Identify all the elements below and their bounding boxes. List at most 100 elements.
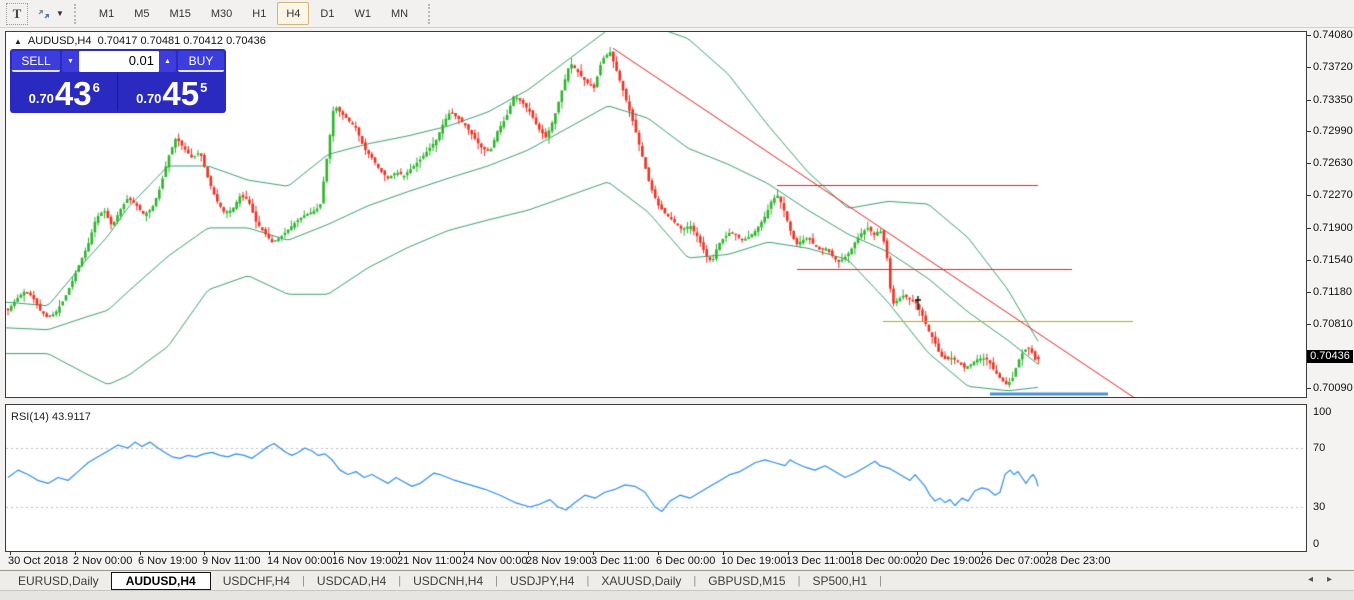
volume-decrease-button[interactable]: ▼ [62, 51, 79, 72]
toolbar-separator [73, 3, 81, 24]
main-toolbar: T ▼ M1 M5 M15 M30 H1 H4 D1 W1 MN [0, 0, 1354, 28]
price-axis-tick [1307, 131, 1311, 132]
one-click-trading-panel: SELL ▼ 0.01 ▲ BUY 0.70 43 6 0.70 45 5 [10, 49, 226, 113]
status-strip [0, 590, 1354, 600]
time-axis-label: 24 Nov 00:00 [462, 555, 528, 567]
text-tool-icon[interactable]: T [6, 2, 28, 25]
time-axis-label: 26 Dec 07:00 [980, 555, 1046, 567]
time-axis-label: 14 Nov 00:00 [267, 555, 333, 567]
rsi-axis-label: 100 [1313, 406, 1332, 418]
price-axis-tick [1307, 195, 1311, 196]
price-chart-pane: ▲ AUDUSD,H4 0.70417 0.70481 0.70412 0.704… [5, 31, 1307, 398]
price-axis-label: 0.74080 [1313, 29, 1353, 41]
chart-tab-usdcnh[interactable]: USDCNH,H4 [401, 573, 495, 589]
sell-price-pip: 6 [92, 80, 100, 95]
chart-tab-eurusd[interactable]: EURUSD,Daily [6, 573, 111, 589]
timeframe-button-m1[interactable]: M1 [90, 2, 123, 25]
buy-price-pip: 5 [200, 80, 208, 95]
time-axis-label: 13 Dec 11:00 [786, 555, 851, 567]
toolbar-separator-2 [428, 3, 435, 24]
chart-tab-audusd[interactable]: AUDUSD,H4 [110, 571, 211, 590]
timeframe-button-m30[interactable]: M30 [202, 2, 241, 25]
panel-collapse-icon[interactable]: ▲ [14, 37, 22, 46]
time-axis-label: 9 Nov 11:00 [202, 555, 261, 567]
time-axis-label: 3 Dec 11:00 [591, 555, 650, 567]
price-axis-label: 0.71180 [1313, 286, 1352, 298]
tool-dropdown-caret[interactable]: ▼ [56, 9, 64, 18]
chart-tabs: EURUSD,Daily AUDUSD,H4 USDCHF,H4 | USDCAD,H4… [6, 571, 882, 590]
price-axis-label: 0.72990 [1313, 125, 1353, 137]
tab-scroll-right-icon[interactable]: ▸ [1327, 574, 1346, 585]
timeframe-button-w1[interactable]: W1 [345, 2, 380, 25]
sell-price-prefix: 0.70 [28, 91, 54, 106]
arrow-objects-icon[interactable] [34, 4, 54, 24]
price-axis-tick [1307, 388, 1311, 389]
time-axis-label: 6 Dec 00:00 [656, 555, 716, 567]
sell-price-big: 43 [54, 75, 92, 112]
price-axis[interactable]: 0.74080 0.73720 0.73350 0.72990 0.72630 0.722… [1306, 0, 1354, 553]
price-axis-label: 0.72270 [1313, 189, 1353, 201]
volume-increase-button[interactable]: ▲ [159, 51, 176, 72]
tab-scroll-arrows: ◂▸ [1308, 574, 1346, 585]
price-axis-label: 0.70810 [1313, 318, 1353, 330]
time-axis-label: 10 Dec 19:00 [721, 555, 787, 567]
chart-ohlc-values: 0.70417 0.70481 0.70412 0.70436 [97, 35, 266, 47]
price-axis-label: 0.73720 [1313, 61, 1353, 73]
volume-input[interactable]: 0.01 [79, 51, 159, 72]
chart-tab-usdchf[interactable]: USDCHF,H4 [211, 573, 302, 589]
time-axis-label: 20 Dec 19:00 [915, 555, 981, 567]
timeframe-button-d1[interactable]: D1 [311, 2, 343, 25]
price-axis-tick [1307, 324, 1311, 325]
chart-tab-gbpusd[interactable]: GBPUSD,M15 [696, 573, 797, 589]
tab-scroll-left-icon[interactable]: ◂ [1308, 574, 1327, 585]
price-axis-tick [1307, 163, 1311, 164]
rsi-indicator-label: RSI(14) 43.9117 [11, 411, 91, 423]
chart-tab-usdcad[interactable]: USDCAD,H4 [305, 573, 398, 589]
current-price-tag: 0.70436 [1307, 350, 1353, 363]
chart-tab-sp500[interactable]: SP500,H1 [800, 573, 879, 589]
price-axis-label: 0.71540 [1313, 254, 1353, 266]
price-axis-label: 0.73350 [1313, 94, 1353, 106]
price-axis-tick [1307, 228, 1311, 229]
price-axis-label: 0.70090 [1313, 382, 1353, 394]
time-axis-label: 18 Dec 00:00 [850, 555, 916, 567]
time-axis-label: 28 Dec 23:00 [1045, 555, 1111, 567]
volume-control: ▼ 0.01 ▲ [62, 51, 176, 72]
price-axis-label: 0.72630 [1313, 157, 1353, 169]
time-axis-label: 6 Nov 19:00 [138, 555, 198, 567]
buy-price-display[interactable]: 0.70 45 5 [120, 73, 225, 111]
buy-price-big: 45 [162, 75, 200, 112]
buy-button[interactable]: BUY [178, 51, 224, 72]
rsi-axis-label: 30 [1313, 501, 1326, 513]
sell-button[interactable]: SELL [12, 51, 60, 72]
chart-tab-xauusd[interactable]: XAUUSD,Daily [589, 573, 693, 589]
timeframe-button-h1[interactable]: H1 [243, 2, 275, 25]
price-axis-tick [1307, 292, 1311, 293]
time-axis-label: 21 Nov 11:00 [397, 555, 462, 567]
terminal-window: T ▼ M1 M5 M15 M30 H1 H4 D1 W1 MN ▲ AUDUSD,H4 0.70… [0, 0, 1354, 600]
rsi-canvas[interactable] [6, 405, 1306, 551]
time-axis-label: 16 Nov 19:00 [332, 555, 398, 567]
buy-price-prefix: 0.70 [136, 91, 162, 106]
tab-separator: | [879, 574, 882, 587]
sell-price-display[interactable]: 0.70 43 6 [12, 73, 118, 111]
chart-tab-usdjpy[interactable]: USDJPY,H4 [498, 573, 586, 589]
price-axis-tick [1307, 67, 1311, 68]
timeframe-button-m15[interactable]: M15 [160, 2, 199, 25]
time-axis-label: 2 Nov 00:00 [73, 555, 133, 567]
price-axis-tick [1307, 100, 1311, 101]
price-axis-tick [1307, 35, 1311, 36]
chart-tab-bar: EURUSD,Daily AUDUSD,H4 USDCHF,H4 | USDCAD,H4… [0, 570, 1354, 590]
price-axis-tick [1307, 260, 1311, 261]
time-axis-label: 30 Oct 2018 [8, 555, 68, 567]
timeframe-button-mn[interactable]: MN [382, 2, 417, 25]
rsi-axis-label: 0 [1313, 538, 1320, 550]
price-axis-label: 0.71900 [1313, 222, 1353, 234]
time-axis[interactable]: 30 Oct 2018 2 Nov 00:00 6 Nov 19:00 9 Nov 1… [5, 551, 1307, 568]
rsi-indicator-pane: RSI(14) 43.9117 [5, 404, 1307, 552]
chart-symbol-label: AUDUSD,H4 [27, 35, 92, 47]
timeframe-button-group: M1 M5 M15 M30 H1 H4 D1 W1 MN [89, 2, 418, 25]
timeframe-button-m5[interactable]: M5 [125, 2, 158, 25]
rsi-axis-label: 70 [1313, 442, 1326, 454]
timeframe-button-h4[interactable]: H4 [277, 2, 310, 25]
